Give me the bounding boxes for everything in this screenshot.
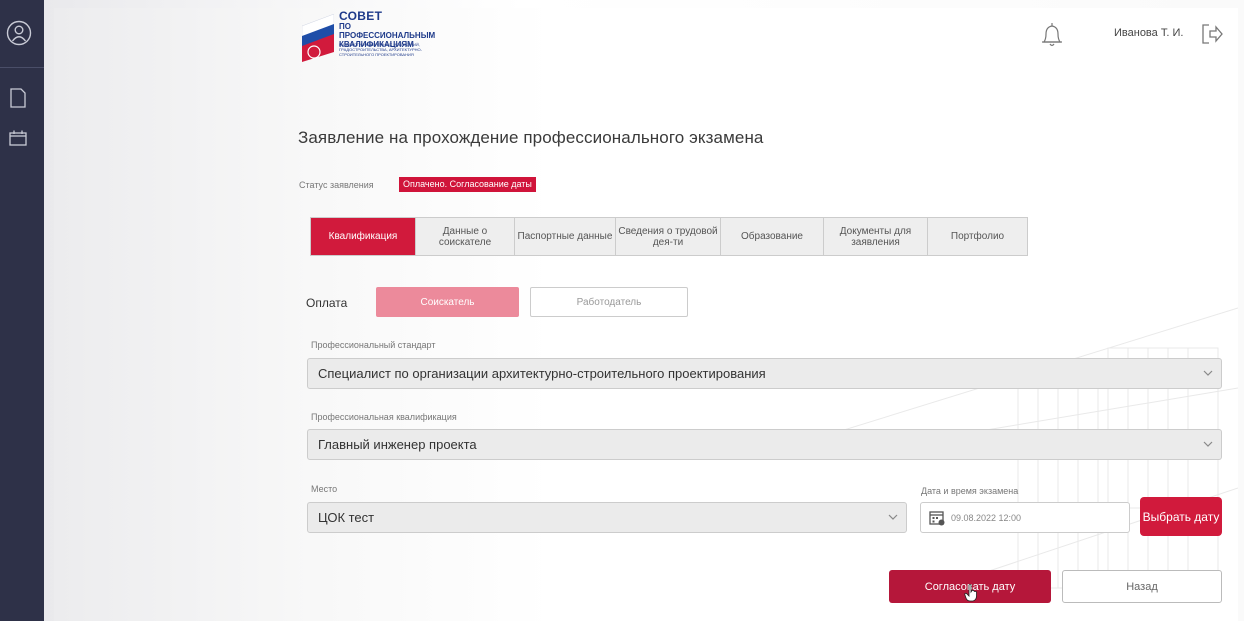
place-select[interactable]: ЦОК тест — [307, 502, 907, 533]
payment-label: Оплата — [306, 296, 348, 310]
back-button[interactable]: Назад — [1062, 570, 1222, 603]
logo-title: СОВЕТ — [339, 9, 383, 23]
tab-applicant-data[interactable]: Данные о соискателе — [416, 218, 515, 255]
status-label: Статус заявления — [299, 180, 374, 190]
exam-date-field[interactable]: 09.08.2022 12:00 — [920, 502, 1130, 533]
place-label: Место — [311, 484, 338, 494]
tab-documents[interactable]: Документы для заявления — [824, 218, 928, 255]
payer-applicant-button[interactable]: Соискатель — [376, 287, 519, 317]
logout-icon[interactable] — [1200, 22, 1224, 46]
sidebar — [0, 0, 44, 621]
exam-date-value: 09.08.2022 12:00 — [951, 513, 1022, 523]
tab-bar: Квалификация Данные о соискателе Паспорт… — [310, 217, 1028, 256]
document-icon[interactable] — [10, 88, 26, 108]
qualification-select[interactable]: Главный инженер проекта — [307, 429, 1222, 460]
chevron-down-icon — [1203, 441, 1213, 447]
chevron-down-icon — [1203, 370, 1213, 376]
tab-qualification[interactable]: Квалификация — [311, 218, 416, 255]
qualification-label: Профессиональная квалификация — [311, 412, 457, 422]
exam-date-label: Дата и время экзамена — [921, 486, 1019, 496]
tab-education[interactable]: Образование — [721, 218, 824, 255]
username[interactable]: Иванова Т. И. — [1114, 27, 1183, 39]
pick-date-button[interactable]: Выбрать дату — [1140, 497, 1222, 536]
logo[interactable]: СОВЕТ ПО ПРОФЕССИОНАЛЬНЫМ КВАЛИФИКАЦИЯМ … — [302, 8, 452, 66]
page-title: Заявление на прохождение профессионально… — [298, 128, 764, 147]
tab-work-info[interactable]: Сведения о трудовой дея-ти — [616, 218, 721, 255]
standard-select[interactable]: Специалист по организации архитектурно-с… — [307, 358, 1222, 389]
standard-value: Специалист по организации архитектурно-с… — [318, 366, 766, 381]
calendar-clock-icon — [929, 511, 945, 526]
calendar-icon[interactable] — [9, 130, 27, 146]
user-circle-icon[interactable] — [6, 20, 32, 46]
tab-passport-data[interactable]: Паспортные данные — [515, 218, 616, 255]
payer-employer-button[interactable]: Работодатель — [530, 287, 688, 317]
standard-label: Профессиональный стандарт — [311, 340, 436, 350]
qualification-value: Главный инженер проекта — [318, 437, 477, 452]
chevron-down-icon — [888, 514, 898, 520]
sidebar-divider — [0, 67, 44, 68]
logo-tagline: В ОБЛАСТИ ИНЖЕНЕРНЫХ ИЗЫСКАНИЙ, ГРАДОСТР… — [339, 42, 422, 57]
hand-cursor-icon — [964, 584, 977, 602]
place-value: ЦОК тест — [318, 510, 375, 525]
bell-icon[interactable] — [1040, 22, 1064, 48]
logo-emblem — [302, 14, 334, 62]
status-badge: Оплачено. Согласование даты — [399, 177, 536, 192]
tab-portfolio[interactable]: Портфолио — [928, 218, 1027, 255]
